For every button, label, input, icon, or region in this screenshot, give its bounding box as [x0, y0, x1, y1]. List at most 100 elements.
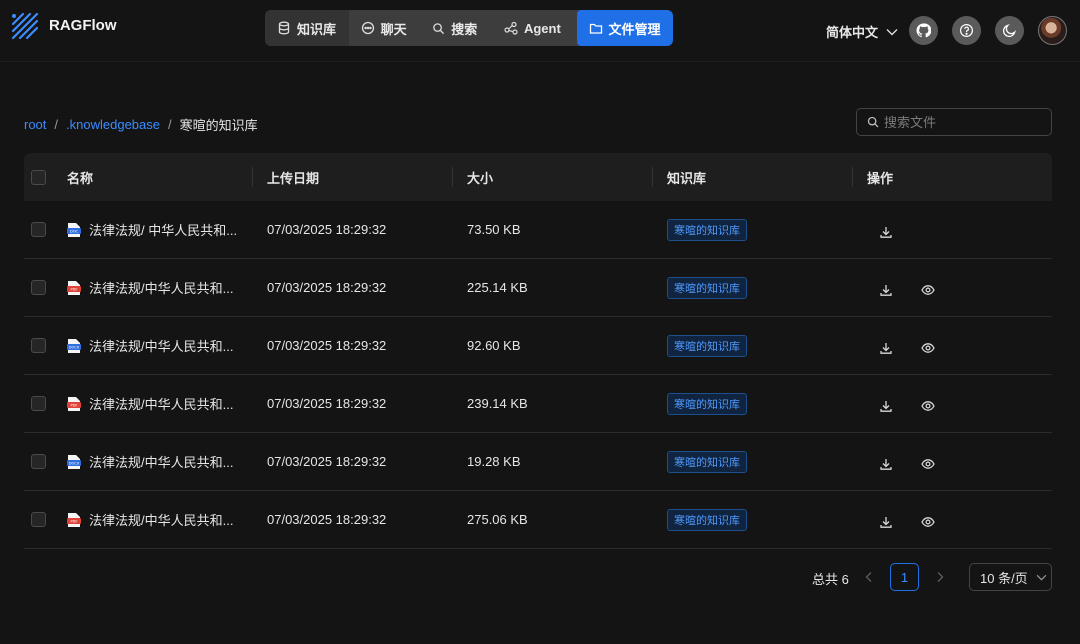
- knowledge-base-tag[interactable]: 寒暄的知识库: [667, 218, 747, 241]
- eye-icon[interactable]: [921, 341, 935, 355]
- row-checkbox[interactable]: [31, 338, 46, 353]
- github-button[interactable]: [909, 16, 938, 45]
- chevron-down-icon: [886, 28, 898, 35]
- docx-file-icon: DOCX: [67, 454, 81, 469]
- nav-knowledge-base[interactable]: 知识库: [265, 10, 349, 46]
- row-checkbox[interactable]: [31, 512, 46, 527]
- column-divider: [852, 167, 853, 187]
- file-name-cell[interactable]: PDF 法律法规/中华人民共和...: [67, 259, 233, 316]
- table-row[interactable]: PDF 法律法规/中华人民共和... 07/03/2025 18:29:32 2…: [24, 259, 1052, 317]
- row-checkbox[interactable]: [31, 280, 46, 295]
- chat-bubble-icon: [361, 21, 374, 35]
- download-icon[interactable]: [879, 225, 893, 239]
- table-body: DOC 法律法规/ 中华人民共和... 07/03/2025 18:29:32 …: [24, 201, 1052, 549]
- file-name-cell[interactable]: DOCX 法律法规/中华人民共和...: [67, 433, 233, 490]
- breadcrumb-separator: /: [54, 117, 59, 132]
- column-header-name[interactable]: 名称: [67, 153, 93, 201]
- knowledge-base-tag[interactable]: 寒暄的知识库: [667, 392, 747, 415]
- row-checkbox[interactable]: [31, 396, 46, 411]
- column-divider: [652, 167, 653, 187]
- column-divider: [452, 167, 453, 187]
- file-name-cell[interactable]: DOCX 法律法规/中华人民共和...: [67, 317, 233, 374]
- svg-text:PDF: PDF: [70, 519, 77, 523]
- column-divider: [252, 167, 253, 187]
- column-header-date[interactable]: 上传日期: [267, 153, 319, 201]
- nav-label: 搜索: [451, 21, 478, 37]
- theme-toggle-button[interactable]: [995, 16, 1024, 45]
- column-header-kb[interactable]: 知识库: [667, 153, 706, 201]
- table-row[interactable]: DOCX 法律法规/中华人民共和... 07/03/2025 18:29:32 …: [24, 317, 1052, 375]
- file-name: 法律法规/中华人民共和...: [89, 397, 234, 412]
- table-row[interactable]: DOC 法律法规/ 中华人民共和... 07/03/2025 18:29:32 …: [24, 201, 1052, 259]
- help-button[interactable]: [952, 16, 981, 45]
- file-name-cell[interactable]: PDF 法律法规/中华人民共和...: [67, 375, 233, 432]
- file-size: 239.14 KB: [467, 396, 528, 411]
- svg-text:PDF: PDF: [70, 287, 77, 291]
- knowledge-base-tag[interactable]: 寒暄的知识库: [667, 450, 747, 473]
- upload-date: 07/03/2025 18:29:32: [267, 454, 387, 469]
- nav-chat[interactable]: 聊天: [348, 10, 421, 46]
- column-header-actions: 操作: [867, 170, 894, 186]
- upload-date: 07/03/2025 18:29:32: [267, 280, 387, 295]
- file-search-box: [856, 108, 1052, 136]
- eye-icon[interactable]: [921, 399, 935, 413]
- knowledge-base-tag[interactable]: 寒暄的知识库: [667, 276, 747, 299]
- download-icon[interactable]: [879, 457, 893, 471]
- file-size: 225.14 KB: [467, 280, 528, 295]
- download-icon[interactable]: [879, 341, 893, 355]
- file-size: 92.60 KB: [467, 338, 521, 353]
- database-icon: [278, 21, 290, 35]
- file-size: 19.28 KB: [467, 454, 521, 469]
- eye-icon[interactable]: [921, 283, 935, 297]
- nav-agent[interactable]: Agent: [491, 10, 577, 46]
- svg-text:DOC: DOC: [70, 229, 79, 233]
- github-icon: [916, 23, 931, 38]
- nav-file-management[interactable]: 文件管理: [576, 10, 673, 46]
- row-checkbox[interactable]: [31, 222, 46, 237]
- eye-icon[interactable]: [921, 515, 935, 529]
- upload-date: 07/03/2025 18:29:32: [267, 338, 387, 353]
- knowledge-base-tag[interactable]: 寒暄的知识库: [667, 508, 747, 531]
- main-nav: 知识库 聊天 搜索 Agent 文件管理: [265, 10, 673, 46]
- upload-date: 07/03/2025 18:29:32: [267, 396, 387, 411]
- question-circle-icon: [959, 23, 974, 38]
- knowledge-base-tag[interactable]: 寒暄的知识库: [667, 334, 747, 357]
- download-icon[interactable]: [879, 399, 893, 413]
- nav-search[interactable]: 搜索: [420, 10, 492, 46]
- file-name-cell[interactable]: PDF 法律法规/中华人民共和...: [67, 491, 233, 548]
- app-title: RAGFlow: [49, 17, 117, 34]
- nav-label: 文件管理: [608, 21, 661, 37]
- file-search-input[interactable]: [884, 114, 1044, 130]
- chevron-right-icon[interactable]: [933, 570, 947, 584]
- nav-label: Agent: [523, 20, 561, 36]
- column-header-size[interactable]: 大小: [467, 153, 493, 201]
- ragflow-logo-icon[interactable]: [10, 11, 40, 41]
- file-name: 法律法规/中华人民共和...: [89, 339, 234, 354]
- download-icon[interactable]: [879, 515, 893, 529]
- language-selector[interactable]: 简体中文: [826, 22, 898, 41]
- file-name-cell[interactable]: DOC 法律法规/ 中华人民共和...: [67, 201, 237, 258]
- breadcrumb-root[interactable]: root: [24, 117, 46, 132]
- pdf-file-icon: PDF: [67, 396, 81, 411]
- chevron-left-icon[interactable]: [862, 570, 876, 584]
- page-size-value: 10 条/页: [980, 570, 1028, 586]
- svg-text:DOCX: DOCX: [69, 461, 80, 465]
- pagination-page-1[interactable]: 1: [890, 563, 919, 591]
- row-checkbox[interactable]: [31, 454, 46, 469]
- upload-date: 07/03/2025 18:29:32: [267, 512, 387, 527]
- search-icon: [433, 22, 445, 34]
- breadcrumb-parent[interactable]: .knowledgebase: [66, 117, 160, 132]
- top-header: RAGFlow 知识库 聊天 搜索 Agent 文件管理 简体中文: [0, 0, 1080, 62]
- user-avatar[interactable]: [1038, 16, 1067, 45]
- table-row[interactable]: DOCX 法律法规/中华人民共和... 07/03/2025 18:29:32 …: [24, 433, 1052, 491]
- select-all-checkbox[interactable]: [31, 169, 46, 185]
- file-name: 法律法规/中华人民共和...: [89, 513, 234, 528]
- file-size: 73.50 KB: [467, 222, 521, 237]
- page-size-select[interactable]: 10 条/页: [969, 563, 1052, 591]
- folder-icon: [589, 23, 602, 34]
- eye-icon[interactable]: [921, 457, 935, 471]
- breadcrumb-current: 寒暄的知识库: [179, 118, 258, 133]
- table-row[interactable]: PDF 法律法规/中华人民共和... 07/03/2025 18:29:32 2…: [24, 375, 1052, 433]
- download-icon[interactable]: [879, 283, 893, 297]
- table-row[interactable]: PDF 法律法规/中华人民共和... 07/03/2025 18:29:32 2…: [24, 491, 1052, 549]
